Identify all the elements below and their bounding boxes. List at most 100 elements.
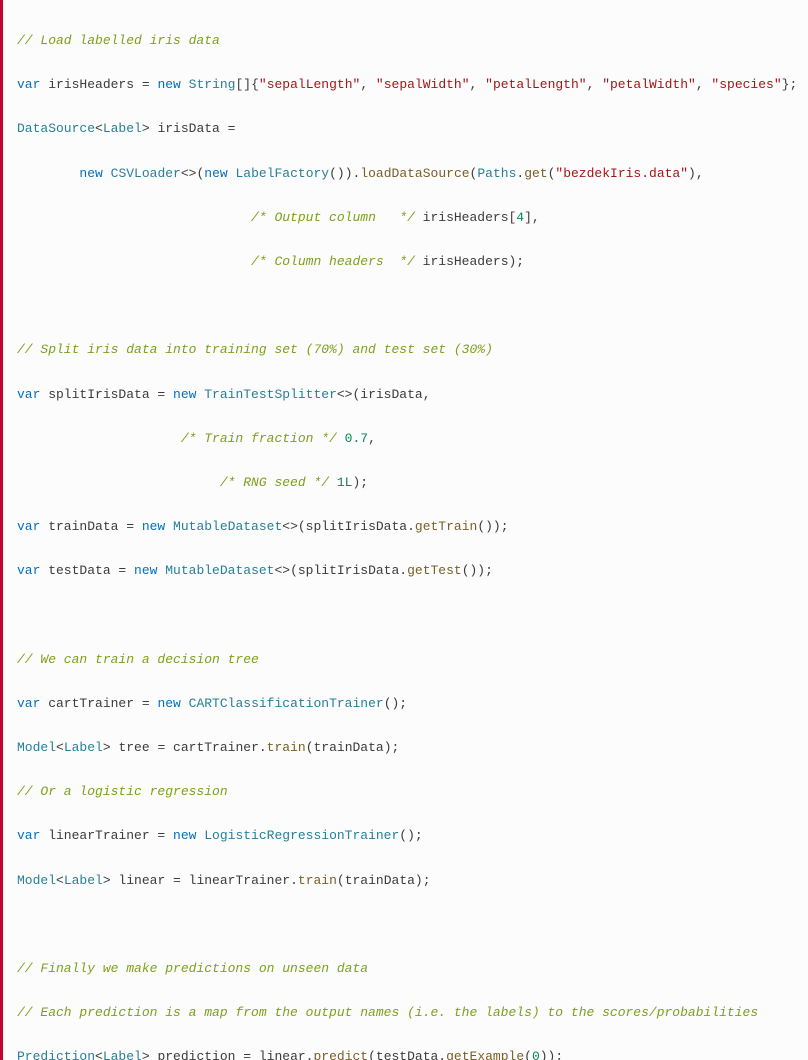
code-line: /* RNG seed */ 1L); xyxy=(17,472,794,494)
text: ); xyxy=(352,475,368,490)
text: > tree = cartTrainer. xyxy=(103,740,267,755)
code-line: DataSource<Label> irisData = xyxy=(17,118,794,140)
number: 0.7 xyxy=(345,431,368,446)
type: Paths xyxy=(477,166,516,181)
text: <>(splitIrisData. xyxy=(274,563,407,578)
text: = xyxy=(220,121,236,136)
string: "bezdekIris.data" xyxy=(555,166,688,181)
text: (); xyxy=(384,696,407,711)
text: (); xyxy=(399,828,422,843)
type: Model xyxy=(17,740,56,755)
keyword-var: var xyxy=(17,519,40,534)
keyword-new: new xyxy=(173,387,196,402)
text: splitIrisData = xyxy=(40,387,173,402)
string: "species" xyxy=(711,77,781,92)
type: Label xyxy=(64,873,103,888)
number: 4 xyxy=(516,210,524,225)
type: TrainTestSplitter xyxy=(204,387,337,402)
keyword-var: var xyxy=(17,387,40,402)
code-line: /* Column headers */ irisHeaders); xyxy=(17,251,794,273)
blank-line xyxy=(17,605,794,627)
text: linearTrainer = xyxy=(40,828,173,843)
text: ()); xyxy=(477,519,508,534)
code-line: var trainData = new MutableDataset<>(spl… xyxy=(17,516,794,538)
string: "sepalWidth" xyxy=(376,77,470,92)
method: getTest xyxy=(407,563,462,578)
text: < xyxy=(56,873,64,888)
code-line: /* Train fraction */ 0.7, xyxy=(17,428,794,450)
keyword-new: new xyxy=(204,166,227,181)
text: }; xyxy=(782,77,798,92)
text xyxy=(165,519,173,534)
type: DataSource xyxy=(17,121,95,136)
string: "petalLength" xyxy=(485,77,586,92)
text: (trainData); xyxy=(337,873,431,888)
text xyxy=(196,828,204,843)
method: train xyxy=(298,873,337,888)
keyword-new: new xyxy=(134,563,157,578)
comment: // Each prediction is a map from the out… xyxy=(17,1005,758,1020)
text: > linear = linearTrainer. xyxy=(103,873,298,888)
text: ), xyxy=(688,166,704,181)
text: <>(irisData, xyxy=(337,387,431,402)
text: (testData. xyxy=(368,1049,446,1060)
text: > prediction = linear. xyxy=(142,1049,314,1060)
code-line: new CSVLoader<>(new LabelFactory()).load… xyxy=(17,163,794,185)
text: < xyxy=(95,1049,103,1060)
text: ()); xyxy=(462,563,493,578)
method: get xyxy=(524,166,547,181)
type: MutableDataset xyxy=(173,519,282,534)
text: , xyxy=(470,77,486,92)
text xyxy=(17,431,181,446)
keyword-new: new xyxy=(79,166,102,181)
method: train xyxy=(267,740,306,755)
type: Model xyxy=(17,873,56,888)
method: loadDataSource xyxy=(360,166,469,181)
text: , xyxy=(360,77,376,92)
text: <>( xyxy=(181,166,204,181)
text: > xyxy=(142,121,158,136)
method: getTrain xyxy=(415,519,477,534)
type: LabelFactory xyxy=(235,166,329,181)
text: )); xyxy=(540,1049,563,1060)
identifier: irisData xyxy=(157,121,219,136)
keyword-var: var xyxy=(17,77,40,92)
type: MutableDataset xyxy=(165,563,274,578)
blank-line xyxy=(17,295,794,317)
type: CSVLoader xyxy=(111,166,181,181)
blank-line xyxy=(17,914,794,936)
text: irisHeaders[ xyxy=(415,210,516,225)
comment: // Finally we make predictions on unseen… xyxy=(17,961,368,976)
comment: // Load labelled iris data xyxy=(17,33,220,48)
keyword-new: new xyxy=(157,77,180,92)
text: < xyxy=(95,121,103,136)
number: 1L xyxy=(337,475,353,490)
text: <>(splitIrisData. xyxy=(282,519,415,534)
text: []{ xyxy=(235,77,258,92)
comment: // Split iris data into training set (70… xyxy=(17,342,493,357)
code-line: // Finally we make predictions on unseen… xyxy=(17,958,794,980)
keyword-new: new xyxy=(142,519,165,534)
text: cartTrainer = xyxy=(40,696,157,711)
method: getExample xyxy=(446,1049,524,1060)
comment: // Or a logistic regression xyxy=(17,784,228,799)
code-line: var irisHeaders = new String[]{"sepalLen… xyxy=(17,74,794,96)
keyword-var: var xyxy=(17,828,40,843)
text: , xyxy=(696,77,712,92)
code-line: // Load labelled iris data xyxy=(17,30,794,52)
text: testData = xyxy=(40,563,134,578)
text: trainData = xyxy=(40,519,141,534)
type: LogisticRegressionTrainer xyxy=(204,828,399,843)
code-line: // Each prediction is a map from the out… xyxy=(17,1002,794,1024)
string: "petalWidth" xyxy=(602,77,696,92)
code-line: // Split iris data into training set (70… xyxy=(17,339,794,361)
type: Label xyxy=(103,1049,142,1060)
text xyxy=(17,254,251,269)
type: CARTClassificationTrainer xyxy=(189,696,384,711)
code-line: var linearTrainer = new LogisticRegressi… xyxy=(17,825,794,847)
code-line: Prediction<Label> prediction = linear.pr… xyxy=(17,1046,794,1060)
code-line: Model<Label> linear = linearTrainer.trai… xyxy=(17,870,794,892)
comment: /* Train fraction */ xyxy=(181,431,337,446)
code-line: Model<Label> tree = cartTrainer.train(tr… xyxy=(17,737,794,759)
text xyxy=(17,210,251,225)
